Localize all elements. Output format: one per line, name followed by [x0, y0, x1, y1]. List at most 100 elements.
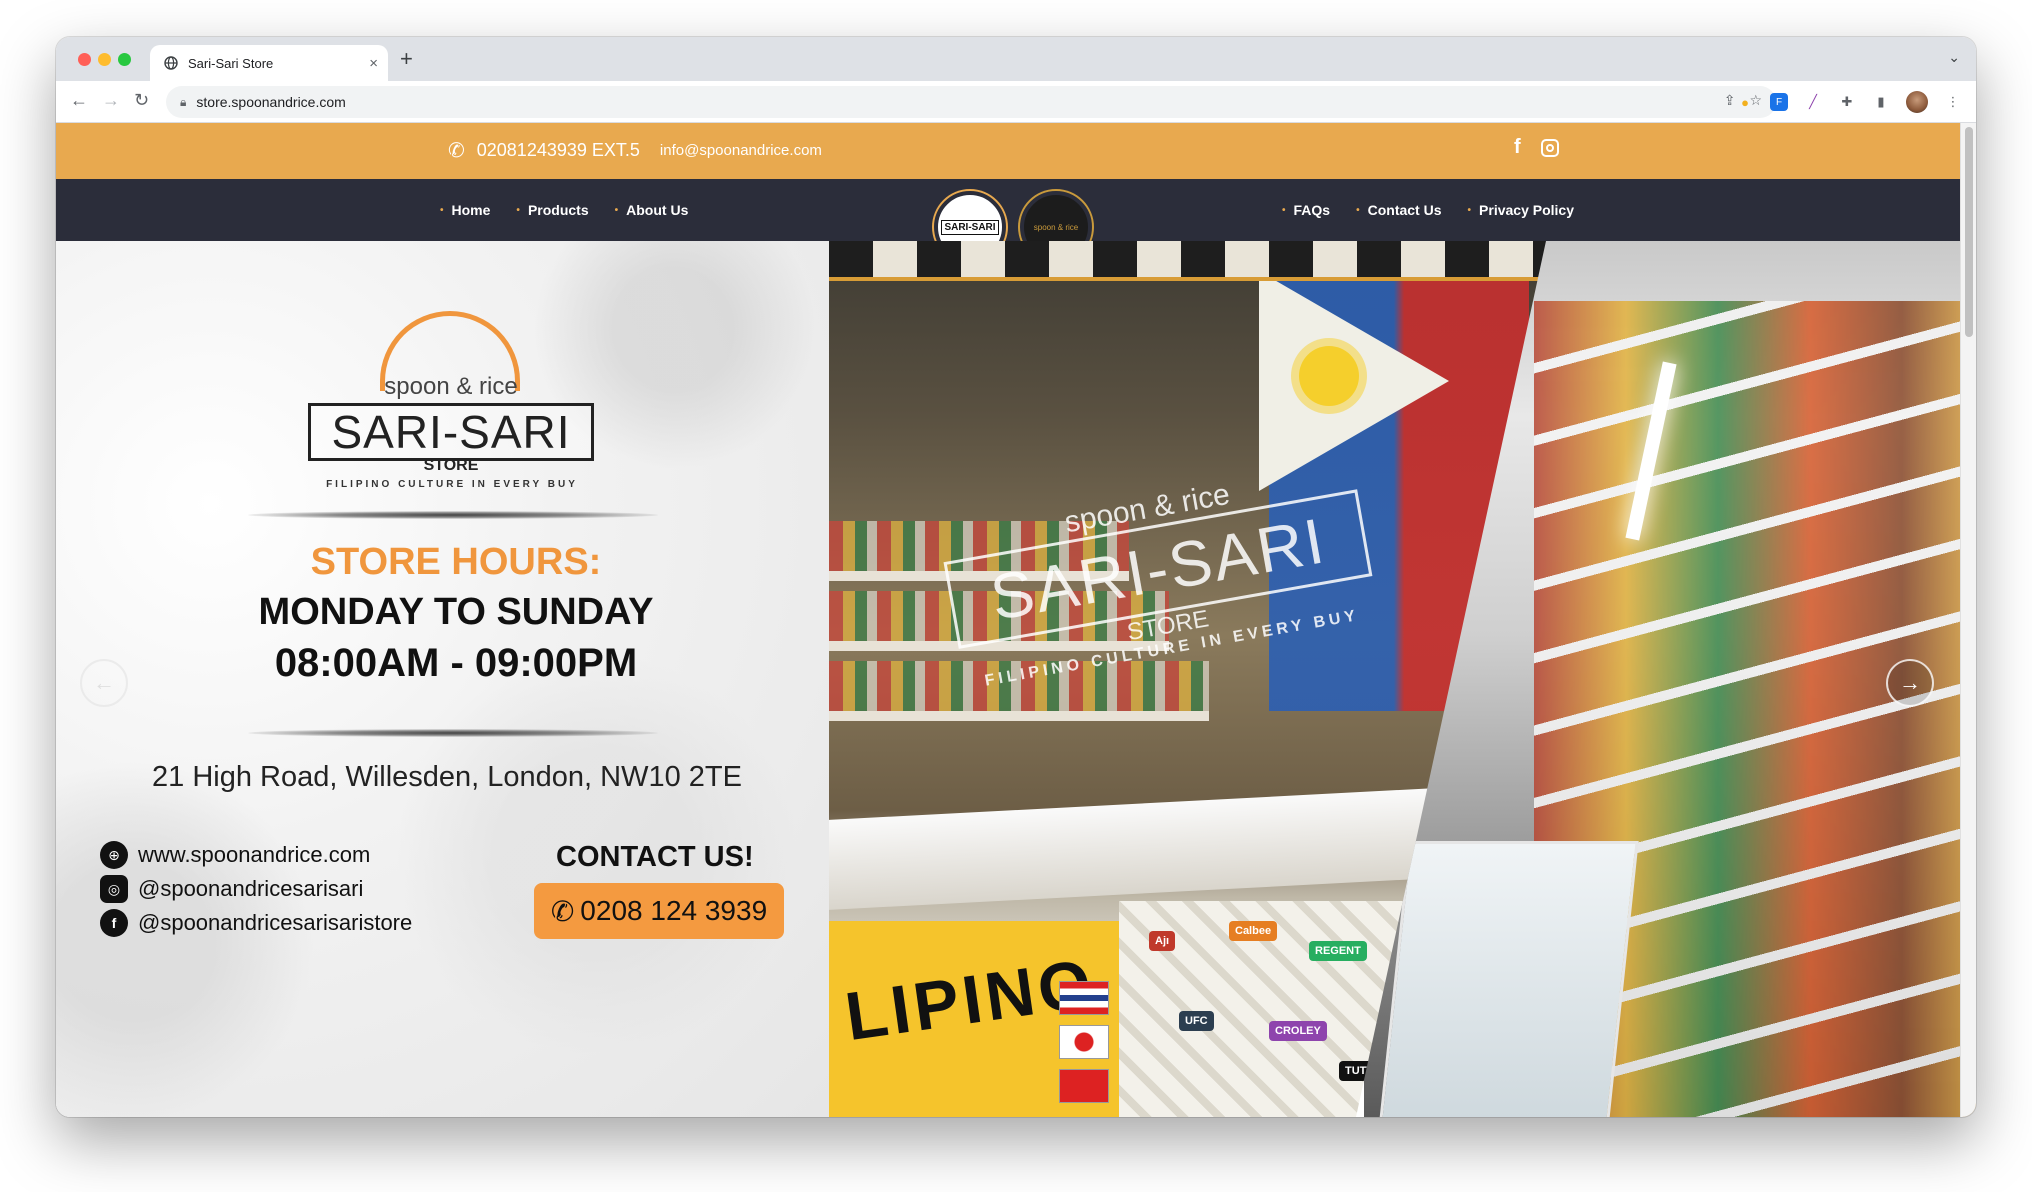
- kebab-menu-icon[interactable]: ⋮: [1944, 93, 1962, 111]
- facebook-icon[interactable]: f: [1514, 136, 1521, 159]
- logo-text: SARI-SARI: [941, 219, 999, 235]
- nav-label: Products: [527, 202, 589, 218]
- minimize-window-button[interactable]: [98, 53, 111, 66]
- logo-store: STORE: [423, 457, 479, 474]
- puzzle-icon[interactable]: ✚: [1838, 93, 1856, 111]
- scrollbar-thumb[interactable]: [1965, 127, 1973, 337]
- awning: [829, 241, 1549, 281]
- nav-item-contact-us[interactable]: • Contact Us: [1356, 202, 1441, 218]
- bullet-icon: •: [1356, 204, 1360, 216]
- nav-item-home[interactable]: • Home: [440, 202, 490, 218]
- nav-label: Home: [451, 202, 491, 218]
- tab-close-button[interactable]: ×: [369, 56, 378, 71]
- close-window-button[interactable]: [78, 53, 91, 66]
- sidepanel-icon[interactable]: ▮: [1872, 93, 1890, 111]
- bullet-icon: •: [1282, 204, 1286, 216]
- nav-label: About Us: [626, 202, 689, 218]
- instagram-icon[interactable]: [1540, 139, 1559, 157]
- nav-left: • Home • Products • About Us: [440, 179, 688, 241]
- avatar[interactable]: [1906, 91, 1928, 113]
- contact-website: ⊕ www.spoonandrice.com: [100, 841, 412, 869]
- logo-text: spoon & rice: [1033, 222, 1079, 232]
- main-navigation: • Home • Products • About Us • FAQs • Contact…: [56, 179, 1976, 241]
- nav-label: Privacy Policy: [1479, 202, 1574, 218]
- topbar-contact: ✆ 02081243939 EXT.5 info@spoonandrice.co…: [448, 138, 822, 163]
- store-address: 21 High Road, Willesden, London, NW10 2T…: [152, 761, 742, 793]
- page-scrollbar[interactable]: [1960, 123, 1976, 1117]
- thailand-flag-icon: [1059, 981, 1109, 1015]
- nav-item-products[interactable]: • Products: [516, 202, 588, 218]
- nav-item-faqs[interactable]: • FAQs: [1282, 202, 1330, 218]
- reload-icon[interactable]: ↻: [134, 90, 149, 111]
- store-info-panel: spoon & rice SARI-SARI STORE FILIPINO CU…: [56, 241, 829, 1117]
- store-hours-title: STORE HOURS:: [310, 541, 602, 583]
- browser-window: Sari-Sari Store × + ⌄ ← → ↻ 🔒︎ store.spo…: [56, 37, 1976, 1117]
- topbar-phone[interactable]: 02081243939 EXT.5: [477, 140, 640, 161]
- share-icon[interactable]: ⇪: [1724, 92, 1736, 109]
- url-text[interactable]: store.spoonandrice.com: [196, 94, 345, 110]
- phone-number: 0208 124 3939: [580, 895, 768, 926]
- address-bar[interactable]: 🔒︎ store.spoonandrice.com ⇪ ☆: [166, 86, 1776, 118]
- nav-label: Contact Us: [1367, 202, 1442, 218]
- logo-spoon-rice: spoon & rice: [384, 373, 518, 400]
- contact-text: www.spoonandrice.com: [138, 842, 371, 867]
- shelf: [829, 711, 1209, 721]
- pen-extension-icon[interactable]: ╱: [1804, 93, 1822, 111]
- web-page: ✆ 02081243939 EXT.5 info@spoonandrice.co…: [56, 123, 1976, 1117]
- phone-number-badge: ✆ 0208 124 3939: [534, 883, 784, 939]
- hero-slider: spoon & rice SARI-SARI STORE FILIPINO CU…: [56, 241, 1976, 1117]
- bullet-icon: •: [440, 204, 444, 216]
- logo-box: SARI-SARI: [308, 403, 594, 461]
- browser-toolbar: ← → ↻ 🔒︎ store.spoonandrice.com ⇪ ☆ ● F …: [56, 81, 1976, 123]
- new-tab-button[interactable]: +: [400, 46, 413, 72]
- box-extension-icon[interactable]: F: [1770, 93, 1788, 111]
- sticker: CROLEY: [1269, 1021, 1327, 1041]
- japan-flag-icon: [1059, 1025, 1109, 1059]
- store-hours-days: MONDAY TO SUNDAY: [258, 591, 654, 633]
- logo-tagline: FILIPINO CULTURE IN EVERY BUY: [326, 479, 578, 490]
- nav-right: • FAQs • Contact Us • Privacy Policy: [1282, 179, 1574, 241]
- topbar-email[interactable]: info@spoonandrice.com: [660, 142, 822, 159]
- freezer: [1379, 841, 1639, 1117]
- nav-label: FAQs: [1293, 202, 1331, 218]
- tab-title: Sari-Sari Store: [188, 55, 274, 71]
- globe-icon: [164, 56, 178, 70]
- logo-sari-sari: SARI-SARI: [331, 406, 571, 458]
- contact-instagram: ◎ @spoonandricesarisari: [100, 875, 412, 903]
- sticker: Ajı: [1149, 931, 1176, 951]
- contact-text: @spoonandricesarisaristore: [138, 910, 413, 935]
- nav-item-about-us[interactable]: • About Us: [615, 202, 689, 218]
- divider: [248, 729, 658, 737]
- top-contact-bar: ✆ 02081243939 EXT.5 info@spoonandrice.co…: [56, 123, 1976, 179]
- divider: [248, 511, 658, 519]
- flag-stickers: [1059, 981, 1109, 1103]
- slider-prev-arrow-icon[interactable]: ←: [80, 659, 128, 707]
- chevron-down-icon[interactable]: ⌄: [1948, 49, 1960, 66]
- china-flag-icon: [1059, 1069, 1109, 1103]
- phone-icon: ✆: [550, 895, 575, 927]
- bullet-icon: •: [516, 204, 520, 216]
- extension-icons: ● F ╱ ✚ ▮ ⋮: [1736, 91, 1962, 113]
- store-hours-time: 08:00AM - 09:00PM: [274, 641, 638, 685]
- sticker: UFC: [1179, 1011, 1214, 1031]
- sun-icon: [1299, 346, 1359, 406]
- browser-tab[interactable]: Sari-Sari Store ×: [150, 45, 388, 81]
- contact-text: @spoonandricesarisari: [138, 876, 364, 901]
- back-arrow-icon[interactable]: ←: [70, 90, 88, 111]
- social-links: f: [1514, 136, 1559, 159]
- contact-list: ⊕ www.spoonandrice.com ◎ @spoonandricesa…: [100, 841, 412, 937]
- forward-arrow-icon[interactable]: →: [102, 90, 120, 111]
- maximize-window-button[interactable]: [118, 53, 131, 66]
- sticker: REGENT: [1309, 941, 1367, 961]
- nav-item-privacy-policy[interactable]: • Privacy Policy: [1468, 202, 1574, 218]
- tab-strip: Sari-Sari Store × + ⌄: [56, 37, 1976, 81]
- facebook-icon: f: [100, 909, 128, 937]
- contact-facebook: f @spoonandricesarisaristore: [100, 909, 412, 937]
- slider-next-arrow-icon[interactable]: →: [1886, 659, 1934, 707]
- lock-icon: 🔒︎: [180, 94, 187, 109]
- bulb-extension-icon[interactable]: ●: [1736, 93, 1754, 111]
- phone-icon: ✆: [448, 140, 465, 162]
- bullet-icon: •: [1467, 204, 1472, 216]
- sticker: Calbee: [1229, 921, 1278, 941]
- store-logo: spoon & rice SARI-SARI STORE FILIPINO CU…: [306, 311, 596, 490]
